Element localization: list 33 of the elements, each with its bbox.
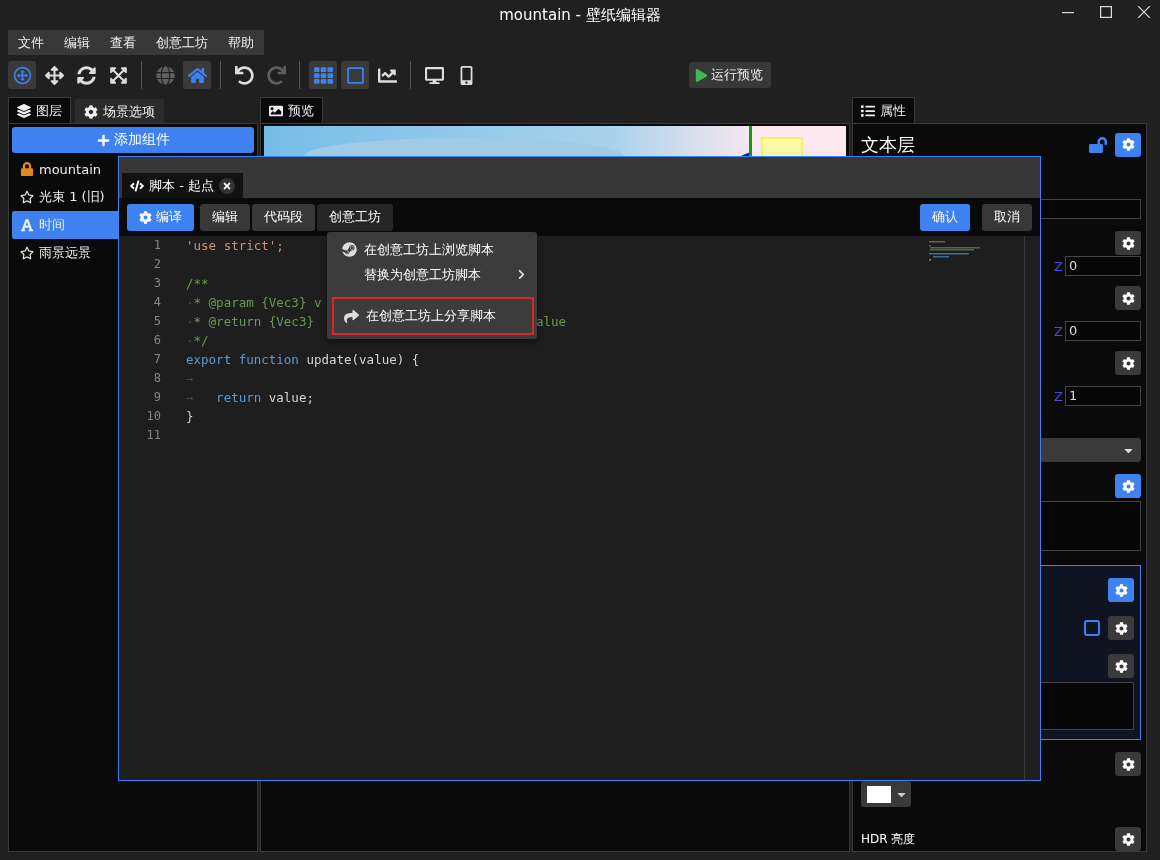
line-number: 3 xyxy=(152,275,161,292)
code-text: value; xyxy=(267,389,314,407)
code-text: → xyxy=(186,370,194,388)
line-number: 5 xyxy=(152,313,161,330)
code-text: } xyxy=(186,408,194,426)
line-number: 11 xyxy=(145,427,161,444)
line-number: 9 xyxy=(152,389,161,406)
line-number: 7 xyxy=(152,351,161,368)
code-text: · xyxy=(186,313,194,331)
properties-title: 文本层 xyxy=(861,132,915,157)
line-number: 6 xyxy=(152,332,161,349)
code-text: * @param {Vec3} v xyxy=(193,294,322,312)
line-number: 4 xyxy=(152,294,161,311)
z-label: Z xyxy=(1054,324,1063,339)
line-number: 8 xyxy=(152,370,161,387)
window-title: mountain - 壁纸编辑器 xyxy=(499,5,661,25)
z-label: Z xyxy=(1054,389,1063,404)
code-text: update(value) { xyxy=(305,351,420,369)
code-text: 'use strict'; xyxy=(186,237,284,255)
code-text: export function xyxy=(186,351,299,369)
line-number: 10 xyxy=(145,408,161,425)
code-text: /** xyxy=(186,275,209,293)
code-text: alue xyxy=(536,313,567,331)
code-text: · xyxy=(186,332,194,350)
line-number: 2 xyxy=(152,256,161,273)
code-text: return xyxy=(215,389,262,407)
hdr-brightness-label: HDR 亮度 xyxy=(861,830,916,848)
line-number: 1 xyxy=(152,237,161,254)
code-text: · xyxy=(186,294,194,312)
code-text: → xyxy=(186,389,194,407)
z-label: Z xyxy=(1054,259,1063,274)
code-text: * @return {Vec3} xyxy=(193,313,314,331)
code-text: */ xyxy=(193,332,209,350)
